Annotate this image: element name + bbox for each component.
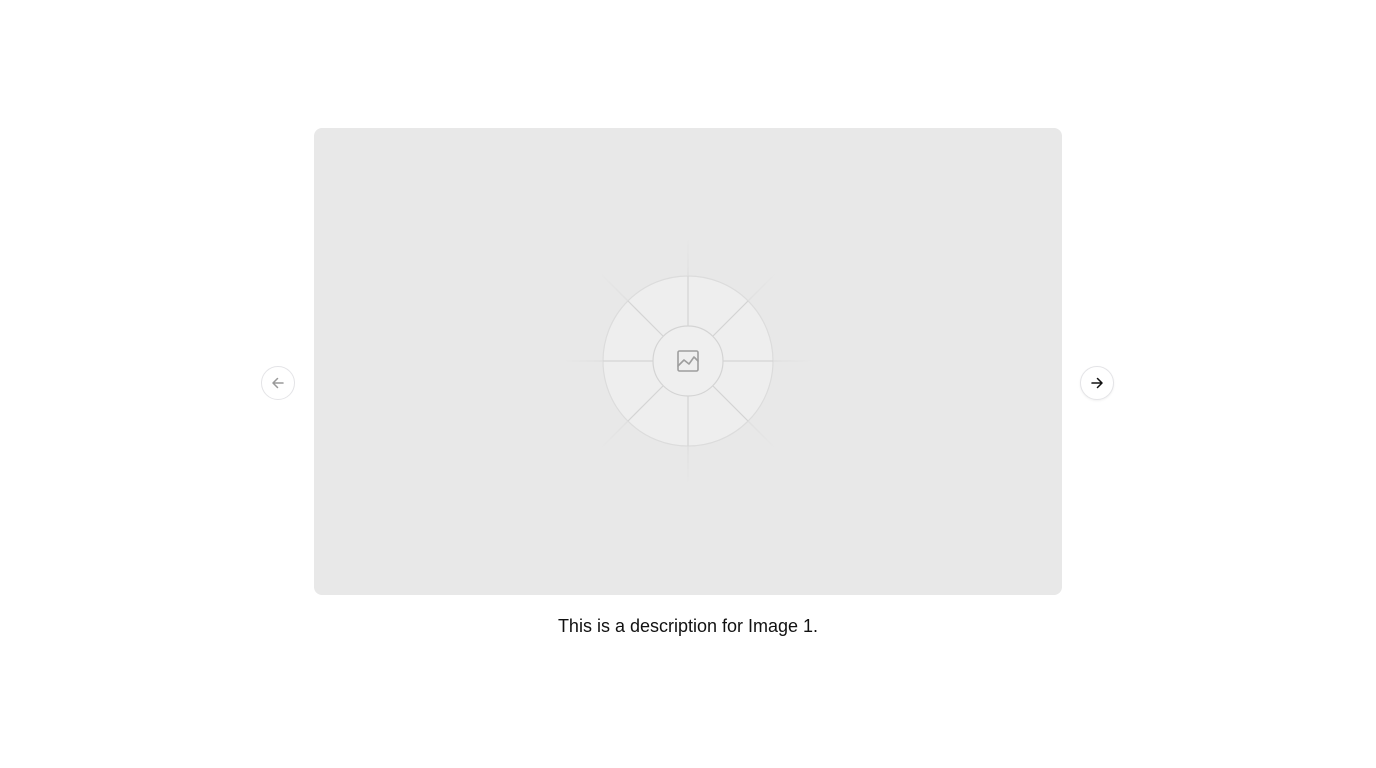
arrow-right-icon bbox=[1091, 377, 1103, 389]
carousel: This is a description for Image 1. bbox=[0, 0, 1376, 768]
slide-caption: This is a description for Image 1. bbox=[557, 616, 819, 636]
carousel-slide-image bbox=[314, 128, 1062, 595]
image-placeholder bbox=[565, 238, 811, 484]
next-slide-button[interactable] bbox=[1080, 366, 1114, 400]
arrow-left-icon bbox=[272, 377, 284, 389]
previous-slide-button[interactable] bbox=[261, 366, 295, 400]
